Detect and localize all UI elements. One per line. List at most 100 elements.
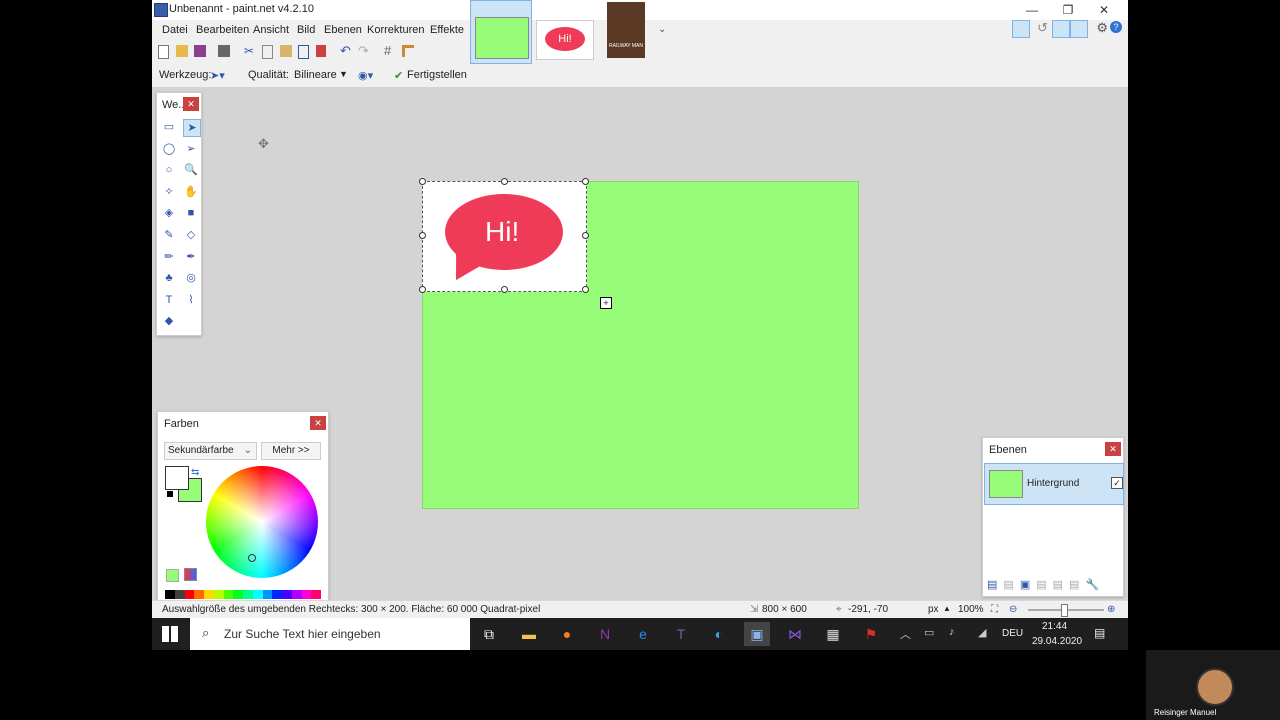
color-picker-icon[interactable]: ✒	[183, 249, 199, 265]
teams-icon[interactable]: T	[668, 622, 694, 646]
zoom-in-icon[interactable]: ⊕	[1107, 604, 1115, 615]
rectangle-select-icon[interactable]: ▭	[161, 119, 177, 135]
blend-mode-icon[interactable]: ◉▾	[358, 69, 373, 82]
unit-select[interactable]: px	[928, 604, 939, 615]
layer-visibility-checkbox[interactable]: ✓	[1111, 477, 1123, 489]
tray-chevron-icon[interactable]: ︿	[900, 626, 911, 642]
palette-menu-icon[interactable]	[184, 568, 197, 581]
colors-panel-close-button[interactable]: ✕	[310, 416, 326, 430]
copy-icon[interactable]	[262, 45, 273, 59]
palette-swatch[interactable]	[223, 590, 234, 599]
palette-swatch[interactable]	[174, 590, 185, 599]
color-wheel-marker[interactable]	[248, 554, 256, 562]
palette-swatch[interactable]	[194, 590, 204, 599]
image-tab-2[interactable]: Hi!	[536, 0, 594, 62]
deselect-icon[interactable]	[316, 45, 326, 57]
cut-icon[interactable]: ✂	[244, 45, 256, 57]
palette-swatch[interactable]	[165, 590, 175, 599]
add-layer-icon[interactable]: ▤	[987, 579, 1003, 591]
battery-icon[interactable]: ▭	[924, 626, 934, 639]
merge-layer-icon[interactable]: ▤	[1036, 579, 1052, 591]
zoom-out-icon[interactable]: ⊖	[1009, 604, 1017, 615]
reset-colors-icon[interactable]	[166, 490, 174, 498]
chevron-down-icon[interactable]: ▼	[339, 69, 348, 79]
volume-icon[interactable]: ♪	[949, 626, 955, 638]
notifications-icon[interactable]: ▤	[1094, 626, 1105, 640]
menu-korrekturen[interactable]: Korrekturen	[367, 24, 424, 36]
zoom-icon[interactable]: 🔍	[183, 162, 199, 178]
task-view-icon[interactable]: ⧉	[476, 622, 502, 646]
windows-start-icon[interactable]	[162, 626, 178, 642]
app-icon[interactable]: ◐	[706, 622, 732, 646]
quality-select[interactable]: Bilineare	[294, 69, 337, 81]
ruler-icon[interactable]	[402, 45, 414, 57]
clock-time[interactable]: 21:44	[1042, 621, 1067, 632]
magic-wand-icon[interactable]: ✧	[161, 184, 177, 200]
palette-swatch[interactable]	[301, 590, 312, 599]
image-tab-3[interactable]: RAILWAY MAN	[607, 0, 645, 62]
move-selection-icon[interactable]: ➢	[183, 141, 199, 157]
move-layer-up-icon[interactable]: ▤	[1053, 579, 1069, 591]
paintnet-icon[interactable]: ▣	[744, 622, 770, 646]
layers-toggle-icon[interactable]	[1052, 20, 1070, 38]
move-tool-icon[interactable]: ➤▾	[210, 69, 225, 82]
image-tab-1[interactable]	[470, 0, 532, 64]
add-to-palette-icon[interactable]	[166, 569, 179, 582]
minimize-button[interactable]: —	[1014, 0, 1050, 20]
finish-button[interactable]: Fertigstellen	[407, 69, 467, 81]
zoom-slider[interactable]	[1028, 604, 1104, 617]
eraser-icon[interactable]: ◇	[183, 227, 199, 243]
recolor-icon[interactable]: ◎	[183, 270, 199, 286]
calculator-icon[interactable]: ▦	[820, 622, 846, 646]
menu-ebenen[interactable]: Ebenen	[324, 24, 362, 36]
selection-box[interactable]: Hi!	[422, 181, 587, 292]
handle-n[interactable]	[501, 178, 508, 185]
tools-toggle-icon[interactable]	[1012, 20, 1030, 38]
palette-swatch[interactable]	[272, 590, 282, 599]
crop-icon[interactable]	[298, 45, 309, 59]
move-selected-icon[interactable]: ➤	[183, 119, 201, 137]
pan-icon[interactable]: ✋	[183, 184, 199, 200]
delete-layer-icon[interactable]: ▤	[1003, 579, 1019, 591]
color-wheel[interactable]	[206, 466, 318, 578]
zoom-slider-thumb[interactable]	[1061, 604, 1068, 617]
line-curve-icon[interactable]: ⌇	[183, 292, 199, 308]
palette-swatch[interactable]	[252, 590, 263, 599]
firefox-icon[interactable]: ●	[554, 622, 580, 646]
palette-swatch[interactable]	[233, 590, 243, 599]
layer-properties-icon[interactable]: 🔧	[1085, 579, 1105, 591]
shapes-icon[interactable]: ◆	[161, 313, 177, 329]
save-icon[interactable]	[194, 45, 206, 57]
pencil-icon[interactable]: ✏	[161, 249, 177, 265]
edge-icon[interactable]: e	[630, 622, 656, 646]
palette-swatch[interactable]	[282, 590, 292, 599]
acrobat-icon[interactable]: ⚑	[858, 622, 884, 646]
menu-effekte[interactable]: Effekte	[430, 24, 464, 36]
gradient-icon[interactable]: ■	[183, 205, 199, 221]
zoom-select[interactable]: 100%	[958, 604, 984, 615]
layers-panel-close-button[interactable]: ✕	[1105, 442, 1121, 456]
palette-swatch[interactable]	[204, 590, 214, 599]
palette-swatch[interactable]	[184, 590, 195, 599]
tools-panel-close-button[interactable]: ✕	[183, 97, 199, 111]
zoom-fit-icon[interactable]: ⛶	[991, 604, 998, 615]
primary-color-swatch[interactable]	[165, 466, 189, 490]
handle-se[interactable]	[582, 286, 589, 293]
clock-date[interactable]: 29.04.2020	[1032, 636, 1082, 647]
menu-bild[interactable]: Bild	[297, 24, 315, 36]
taskbar-search[interactable]: ⌕ Zur Suche Text hier eingeben	[190, 618, 470, 650]
clone-stamp-icon[interactable]: ♣	[161, 270, 177, 286]
handle-nw[interactable]	[419, 178, 426, 185]
palette-swatch[interactable]	[311, 590, 321, 599]
colors-toggle-icon[interactable]	[1070, 20, 1088, 38]
open-icon[interactable]	[176, 45, 188, 57]
grid-icon[interactable]: #	[384, 44, 396, 57]
menu-ansicht[interactable]: Ansicht	[253, 24, 289, 36]
chevron-down-icon[interactable]: ⌄	[658, 24, 666, 35]
handle-w[interactable]	[419, 232, 426, 239]
close-button[interactable]: ✕	[1086, 0, 1122, 20]
help-icon[interactable]: ?	[1110, 21, 1122, 33]
visual-studio-icon[interactable]: ⋈	[782, 622, 808, 646]
ellipse-select-icon[interactable]: ○	[161, 162, 177, 178]
paintbrush-icon[interactable]: ✎	[161, 227, 177, 243]
